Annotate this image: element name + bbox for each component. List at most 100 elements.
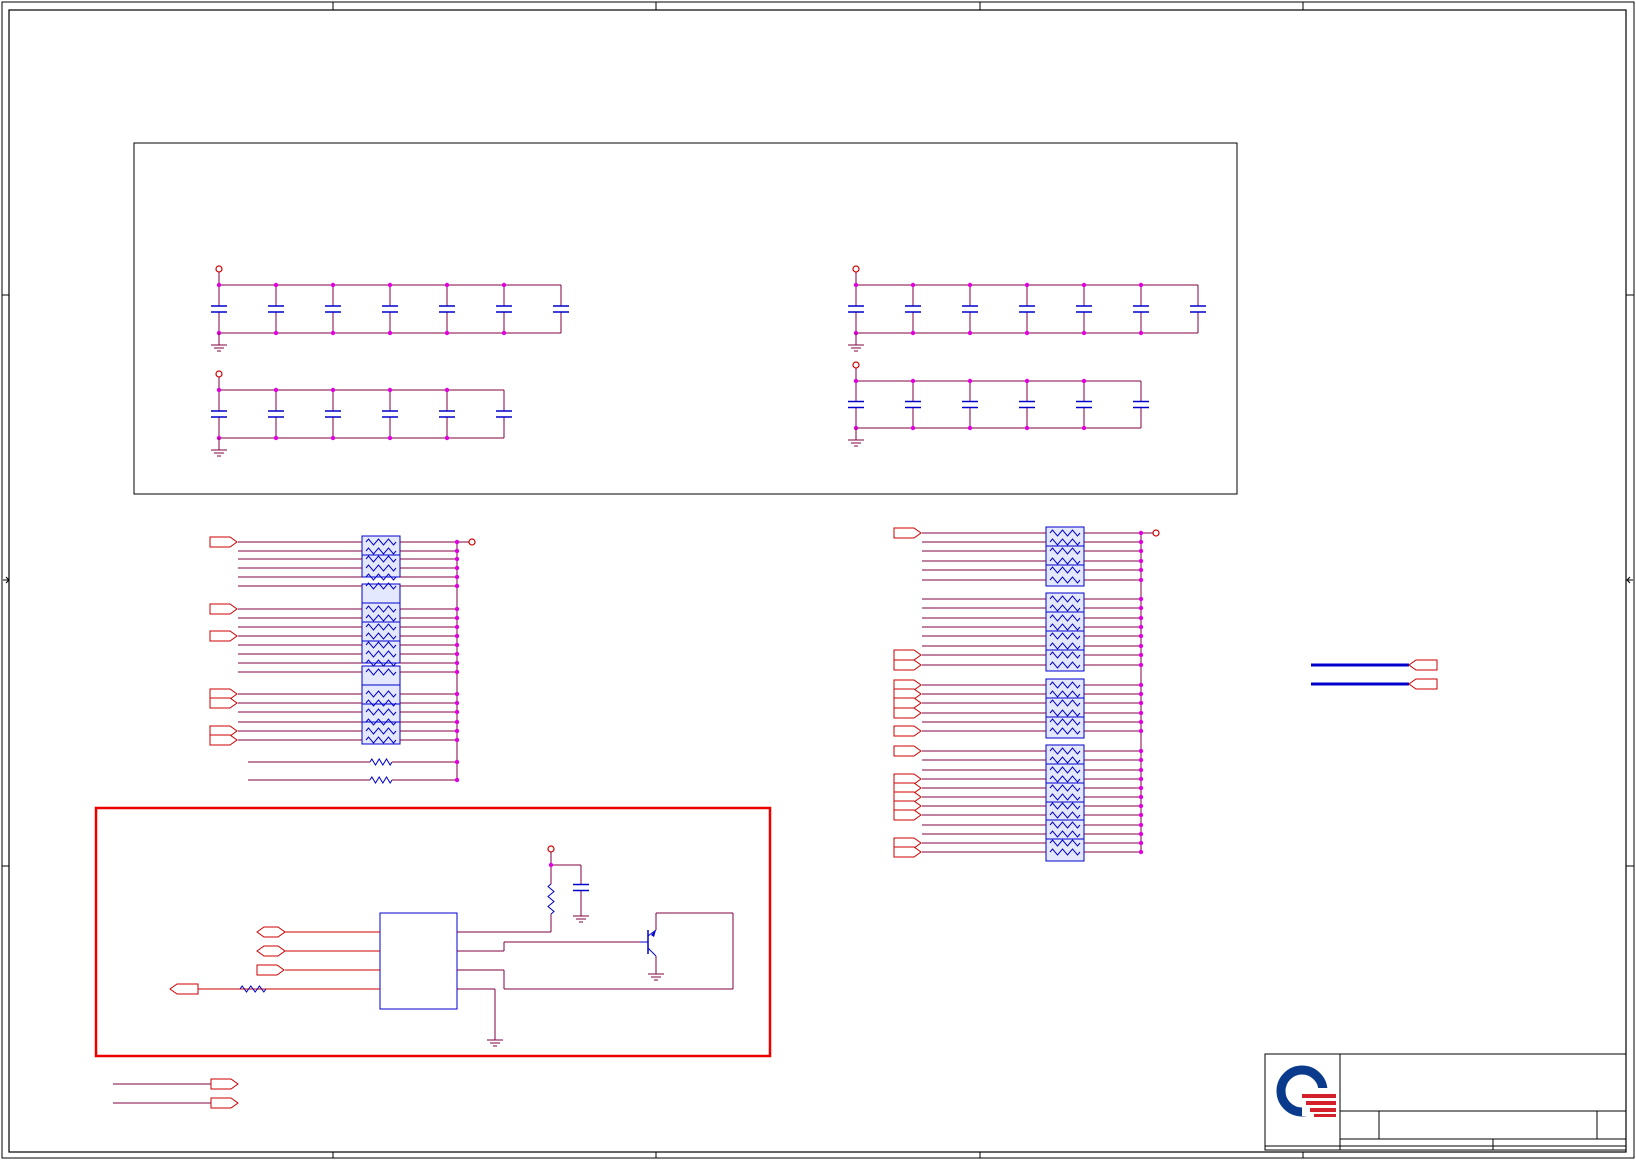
junction-dot [454,669,460,675]
junction-dot [1138,700,1144,706]
junction-dot [444,330,450,336]
junction-dot [1138,662,1144,668]
port-connector-icon [893,697,922,709]
junction-dot [1024,378,1030,384]
ic-chip-icon [379,912,458,1010]
junction-dot [1138,682,1144,688]
power-pin-icon [1152,529,1160,537]
junction-dot [1138,840,1144,846]
junction-dot [910,330,916,336]
junction-dot [454,719,460,725]
power-pin-icon [215,265,223,273]
junction-dot [1138,812,1144,818]
junction-dot [273,387,279,393]
junction-dot [330,387,336,393]
port-connector-icon [893,707,922,719]
junction-dot [967,378,973,384]
junction-dot [454,633,460,639]
junction-dot [1024,282,1030,288]
junction-dot [330,435,336,441]
junction-dot [454,777,460,783]
junction-dot [1138,785,1144,791]
junction-dot [387,387,393,393]
port-connector-icon [1408,659,1438,671]
junction-dot [1138,691,1144,697]
junction-dot [387,282,393,288]
junction-dot [967,282,973,288]
junction-dot [454,574,460,580]
junction-dot [454,642,460,648]
junction-dot [1138,831,1144,837]
port-connector-icon [209,630,238,642]
port-connector-icon [210,1097,239,1109]
junction-dot [1138,282,1144,288]
resistor-pack-icon [1045,526,1085,549]
junction-dot [444,387,450,393]
junction-dot [454,700,460,706]
junction-dot [967,330,973,336]
junction-dot [444,282,450,288]
junction-dot [1138,822,1144,828]
junction-dot [444,435,450,441]
junction-dot [1024,425,1030,431]
junction-dot [1138,767,1144,773]
junction-dot [1138,558,1144,564]
junction-dot [1081,425,1087,431]
junction-dot [454,583,460,589]
port-connector-icon [256,945,286,957]
junction-dot [1138,710,1144,716]
junction-dot [1138,719,1144,725]
junction-dot [454,565,460,571]
junction-dot [1138,757,1144,763]
port-connector-icon [893,649,922,661]
junction-dot [910,378,916,384]
junction-dot [387,435,393,441]
junction-dot [454,606,460,612]
port-connector-icon [893,527,922,539]
port-connector-icon [169,983,199,995]
junction-dot [853,378,859,384]
power-pin-icon [852,361,860,369]
resistor-pack-icon [361,665,401,688]
junction-dot [454,709,460,715]
junction-dot [454,759,460,765]
junction-dot [1138,615,1144,621]
junction-dot [1081,330,1087,336]
junction-dot [454,624,460,630]
junction-dot [454,556,460,562]
port-connector-icon [210,1078,239,1090]
junction-dot [1138,624,1144,630]
port-connector-icon [256,926,286,938]
junction-dot [1138,530,1144,536]
junction-dot [853,282,859,288]
junction-dot [454,548,460,554]
power-pin-icon [468,538,476,546]
junction-dot [1138,728,1144,734]
port-connector-icon [209,734,238,746]
junction-dot [1138,577,1144,583]
port-connector-icon [893,725,922,737]
junction-dot [1138,539,1144,545]
junction-dot [330,282,336,288]
port-connector-icon [893,809,922,821]
junction-dot [1138,652,1144,658]
resistor-pack-icon [1045,678,1085,701]
junction-dot [454,539,460,545]
junction-dot [454,728,460,734]
junction-dot [330,330,336,336]
junction-dot [454,651,460,657]
junction-dot [1081,378,1087,384]
junction-dot [1138,567,1144,573]
junction-dot [1138,849,1144,855]
junction-dot [1138,548,1144,554]
power-pin-icon [852,265,860,273]
port-connector-icon [1408,678,1438,690]
junction-dot [1138,748,1144,754]
resistor-pack-icon [361,535,401,558]
resistor-pack-icon [1045,744,1085,767]
junction-dot [273,330,279,336]
junction-dot [910,282,916,288]
junction-dot [387,330,393,336]
junction-dot [454,737,460,743]
junction-dot [1024,330,1030,336]
